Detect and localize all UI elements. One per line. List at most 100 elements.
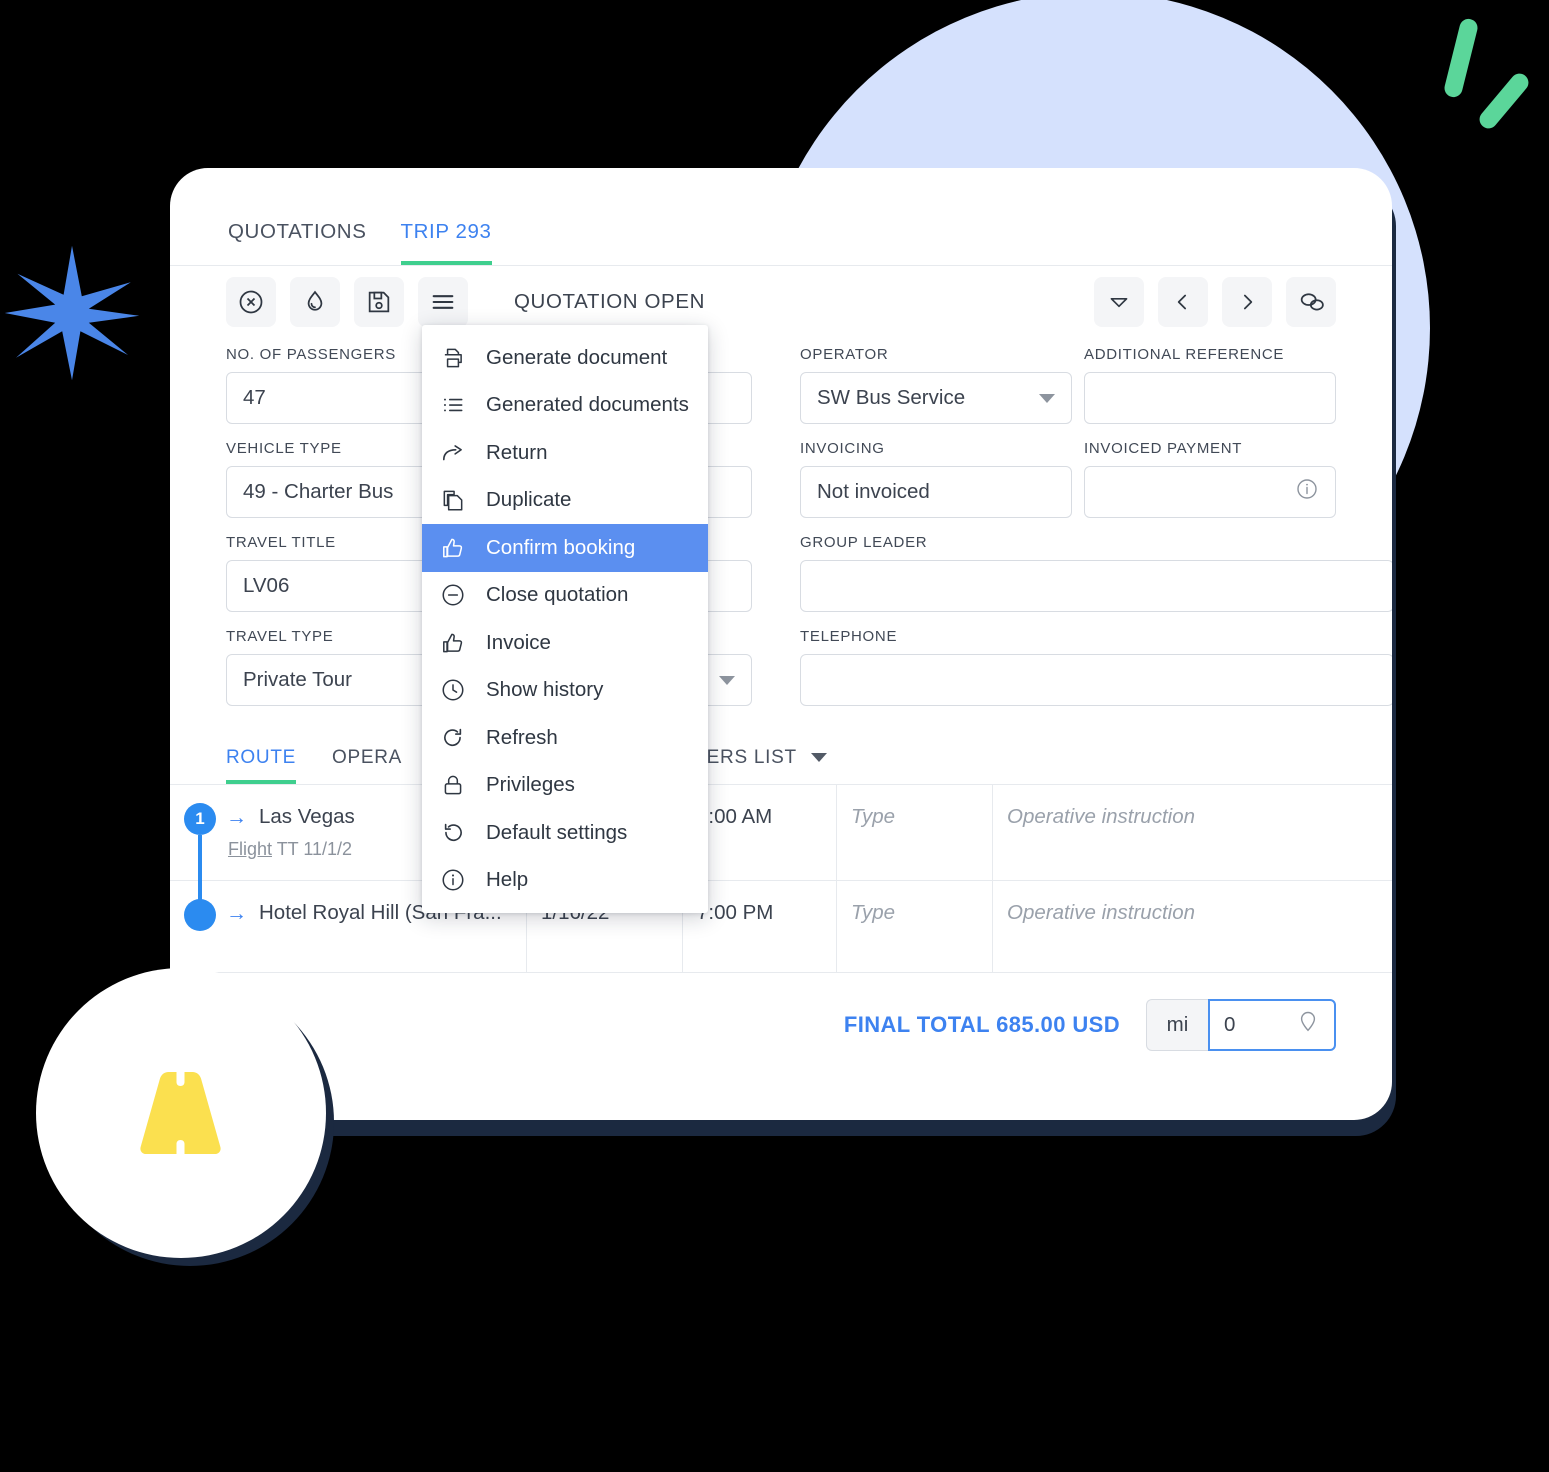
route-instruction-placeholder: Operative instruction — [1007, 805, 1196, 828]
value-vehicle-type: 49 - Charter Bus — [243, 480, 394, 503]
route-stop-subtext-link[interactable]: Flight — [228, 839, 272, 859]
info-circle-icon — [440, 867, 470, 893]
lock-icon — [440, 772, 470, 798]
field-telephone: TELEPHONE — [800, 628, 1392, 706]
field-additional-reference: ADDITIONAL REFERENCE — [1084, 346, 1336, 424]
label-group-leader: GROUP LEADER — [800, 534, 928, 551]
route-instruction-cell[interactable]: Operative instruction — [992, 785, 1392, 880]
subtab-route[interactable]: ROUTE — [226, 747, 296, 784]
arrow-right-icon: → — [226, 805, 247, 829]
route-stop-subtext-rest: TT 11/1/2 — [272, 839, 353, 859]
tab-quotations[interactable]: QUOTATIONS — [228, 220, 367, 265]
menu-item-label: Confirm booking — [486, 535, 636, 559]
refresh-icon — [440, 725, 470, 751]
menu-item-show-history[interactable]: Show history — [422, 667, 708, 715]
chat-bubbles-icon[interactable] — [1286, 277, 1336, 327]
menu-item-label: Close quotation — [486, 583, 629, 607]
field-invoiced-payment: INVOICED PAYMENT — [1084, 440, 1336, 518]
eight-point-star-icon — [4, 245, 140, 381]
thumbs-up-icon — [440, 630, 470, 656]
field-operator: OPERATOR SW Bus Service — [800, 346, 1072, 424]
input-invoiced-payment[interactable] — [1084, 466, 1336, 518]
input-group-leader[interactable] — [800, 560, 1392, 612]
detail-subtabs: ROUTE OPERA SENGERS LIST — [170, 722, 1392, 784]
value-operator: SW Bus Service — [817, 386, 966, 409]
save-floppy-icon[interactable] — [354, 277, 404, 327]
label-additional-reference: ADDITIONAL REFERENCE — [1084, 346, 1285, 363]
road-badge — [36, 968, 326, 1258]
map-pin-icon[interactable] — [1296, 1009, 1320, 1041]
menu-item-label: Invoice — [486, 630, 551, 654]
menu-item-confirm-booking[interactable]: Confirm booking — [422, 524, 708, 572]
menu-item-label: Privileges — [486, 773, 575, 797]
route-type-placeholder: Type — [851, 805, 896, 828]
input-telephone[interactable] — [800, 654, 1392, 706]
menu-item-label: Generate document — [486, 345, 668, 369]
hamburger-menu-icon[interactable] — [418, 277, 468, 327]
menu-item-generate-document[interactable]: Generate document — [422, 334, 708, 382]
route-type-cell[interactable]: Type — [836, 785, 992, 880]
tab-trip-293[interactable]: TRIP 293 — [400, 220, 492, 265]
thumbs-up-icon — [440, 535, 470, 561]
decorative-green-stroke-2 — [1475, 69, 1533, 133]
menu-item-default-settings[interactable]: Default settings — [422, 809, 708, 857]
filter-triangle-icon[interactable] — [1094, 277, 1144, 327]
route-instruction-placeholder: Operative instruction — [1007, 901, 1196, 924]
input-additional-reference[interactable] — [1084, 372, 1336, 424]
printer-icon — [440, 345, 470, 371]
close-circle-icon[interactable] — [226, 277, 276, 327]
droplet-icon[interactable] — [290, 277, 340, 327]
label-telephone: TELEPHONE — [800, 628, 898, 645]
menu-item-privileges[interactable]: Privileges — [422, 762, 708, 810]
select-operator[interactable]: SW Bus Service — [800, 372, 1072, 424]
totals-row: FINAL TOTAL 685.00 USD mi 0 — [170, 973, 1392, 1051]
distance-unit[interactable]: mi — [1146, 999, 1208, 1051]
menu-item-label: Return — [486, 440, 548, 464]
decorative-green-stroke-1 — [1442, 17, 1480, 99]
actions-dropdown-menu: Generate document Generated documents Re… — [422, 325, 708, 913]
route-marker — [184, 899, 216, 931]
menu-item-duplicate[interactable]: Duplicate — [422, 477, 708, 525]
form-column-operator: OPERATOR SW Bus Service INVOICING Not in… — [800, 346, 1392, 722]
decorative-bottom-glow — [243, 1253, 1313, 1413]
quotation-form: NO. OF PASSENGERS 47 VEHICLE TYPE 49 - C… — [170, 338, 1392, 722]
menu-item-label: Default settings — [486, 820, 628, 844]
menu-item-close-quotation[interactable]: Close quotation — [422, 572, 708, 620]
chevron-right-icon[interactable] — [1222, 277, 1272, 327]
distance-input[interactable]: 0 — [1208, 999, 1336, 1051]
route-instruction-cell[interactable]: Operative instruction — [992, 881, 1392, 972]
undo-icon — [440, 820, 470, 846]
info-circle-icon[interactable] — [1295, 477, 1319, 507]
minus-circle-icon — [440, 582, 470, 608]
main-tabstrip: QUOTATIONS TRIP 293 — [170, 168, 1392, 266]
menu-item-help[interactable]: Help — [422, 857, 708, 905]
route-time: 7:00 PM — [697, 901, 774, 924]
table-row[interactable]: → Hotel Royal Hill (San Fra... 1/16/22 7… — [170, 881, 1392, 973]
menu-item-return[interactable]: Return — [422, 429, 708, 477]
route-time: 8:00 AM — [697, 805, 773, 828]
menu-item-label: Generated documents — [486, 393, 689, 417]
distance-group: mi 0 — [1146, 999, 1336, 1051]
app-window: QUOTATIONS TRIP 293 QUOTATION OPEN NO. O… — [170, 168, 1392, 1120]
list-icon — [440, 392, 470, 418]
value-invoicing: Not invoiced — [817, 480, 930, 503]
menu-item-invoice[interactable]: Invoice — [422, 619, 708, 667]
return-arrow-icon — [440, 440, 470, 466]
value-travel-type: Private Tour — [243, 668, 353, 691]
action-toolbar: QUOTATION OPEN — [170, 266, 1392, 338]
label-invoicing: INVOICING — [800, 440, 885, 457]
route-marker: 1 — [184, 803, 216, 835]
clock-icon — [440, 677, 470, 703]
chevron-left-icon[interactable] — [1158, 277, 1208, 327]
input-invoicing[interactable]: Not invoiced — [800, 466, 1072, 518]
final-total-label: FINAL TOTAL 685.00 USD — [843, 1012, 1120, 1037]
table-row[interactable]: 1 → Las Vegas Flight TT 11/1/2 8:00 AM T… — [170, 785, 1392, 911]
route-table: 1 → Las Vegas Flight TT 11/1/2 8:00 AM T… — [170, 784, 1392, 973]
route-type-cell[interactable]: Type — [836, 881, 992, 972]
value-passengers: 47 — [243, 386, 266, 409]
subtab-operations[interactable]: OPERA — [332, 747, 402, 784]
menu-item-label: Duplicate — [486, 488, 572, 512]
menu-item-refresh[interactable]: Refresh — [422, 714, 708, 762]
label-operator: OPERATOR — [800, 346, 889, 363]
menu-item-generated-documents[interactable]: Generated documents — [422, 382, 708, 430]
